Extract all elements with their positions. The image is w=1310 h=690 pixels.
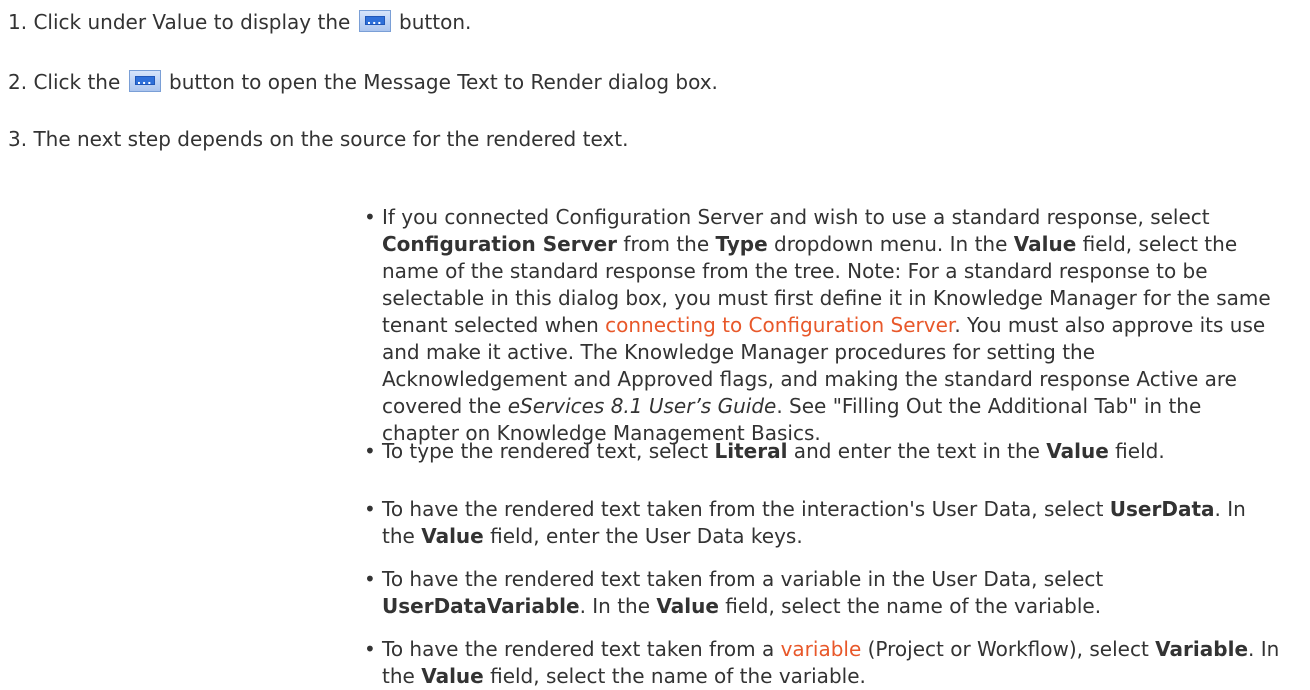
step-2: 2. Click the ... button to open the Mess… <box>8 69 718 96</box>
bullet-icon: • <box>364 497 376 521</box>
step-text: Click under Value to display the <box>33 10 351 34</box>
ellipsis-button-icon: ... <box>128 70 161 92</box>
bullet-icon: • <box>364 637 376 661</box>
step-number: 1. <box>8 10 28 34</box>
step-1: 1. Click under Value to display the ... … <box>8 9 471 36</box>
connecting-to-configuration-server-link[interactable]: connecting to Configuration Server <box>605 313 954 337</box>
step-number: 2. <box>8 70 28 94</box>
bullet-icon: • <box>364 439 376 463</box>
list-item: • To have the rendered text taken from t… <box>364 497 1246 548</box>
step-text: button. <box>399 10 472 34</box>
bullet-icon: • <box>364 205 376 229</box>
ellipsis-button-icon: ... <box>358 10 391 32</box>
list-item: • If you connected Configuration Server … <box>364 205 1271 445</box>
bullet-icon: • <box>364 567 376 591</box>
step-text: button to open the Message Text to Rende… <box>169 70 718 94</box>
list-item: • To have the rendered text taken from a… <box>364 567 1104 618</box>
step-text: Click the <box>33 70 121 94</box>
variable-link[interactable]: variable <box>781 637 862 661</box>
list-item: • To have the rendered text taken from a… <box>364 637 1280 688</box>
step-number: 3. <box>8 127 28 151</box>
step-text: The next step depends on the source for … <box>33 127 629 151</box>
step-3: 3. The next step depends on the source f… <box>8 126 628 153</box>
list-item: • To type the rendered text, select Lite… <box>364 439 1165 463</box>
